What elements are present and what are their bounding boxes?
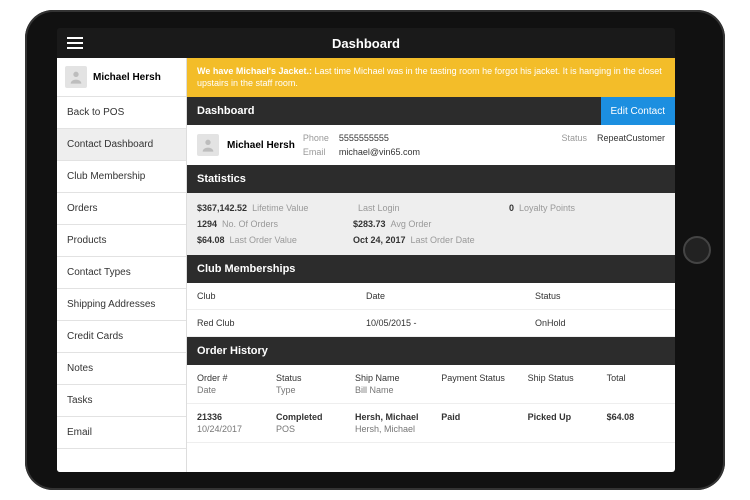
col-status: Status bbox=[535, 291, 665, 301]
col-date: Date bbox=[366, 291, 535, 301]
main-content: We have Michael's Jacket.: Last time Mic… bbox=[187, 58, 675, 472]
stat-label: No. Of Orders bbox=[222, 219, 278, 229]
stats-header: Statistics bbox=[187, 165, 675, 193]
sidebar-item[interactable]: Back to POS bbox=[57, 97, 186, 129]
stat-value: $283.73 bbox=[353, 219, 386, 229]
clubs-title: Club Memberships bbox=[197, 263, 295, 275]
col: Order # bbox=[197, 373, 228, 383]
cell: Red Club bbox=[197, 318, 366, 328]
cell: 21336 bbox=[197, 412, 222, 422]
stat-value: $64.08 bbox=[197, 235, 225, 245]
cell: Hersh, Michael bbox=[355, 412, 419, 422]
table-row[interactable]: Red Club 10/05/2015 - OnHold bbox=[187, 310, 675, 337]
col: Type bbox=[276, 385, 349, 395]
sidebar-item[interactable]: Shipping Addresses bbox=[57, 289, 186, 321]
cell: Hersh, Michael bbox=[355, 424, 435, 434]
cell: 10/05/2015 - bbox=[366, 318, 535, 328]
col: Ship Status bbox=[528, 373, 601, 395]
status-label: Status bbox=[561, 133, 587, 143]
phone-value: 5555555555 bbox=[339, 133, 420, 143]
contact-info: Michael Hersh Phone 5555555555 Status Re… bbox=[187, 125, 675, 165]
orders-title: Order History bbox=[197, 345, 268, 357]
orders-header: Order History bbox=[187, 337, 675, 365]
sidebar-item[interactable]: Club Membership bbox=[57, 161, 186, 193]
page-title: Dashboard bbox=[332, 36, 400, 51]
stat-value: 0 bbox=[509, 203, 514, 213]
email-label: Email bbox=[303, 147, 329, 157]
col: Date bbox=[197, 385, 270, 395]
stats-title: Statistics bbox=[197, 173, 246, 185]
sidebar-item[interactable]: Notes bbox=[57, 353, 186, 385]
stats-grid: $367,142.52 Lifetime Value Last Login 0 Lo… bbox=[187, 193, 675, 255]
stat-value: 1294 bbox=[197, 219, 217, 229]
avatar bbox=[197, 134, 219, 156]
cell: POS bbox=[276, 424, 349, 434]
table-header: Order # Date Status Type Ship Name Bill Nam… bbox=[187, 365, 675, 404]
sidebar-item[interactable]: Contact Types bbox=[57, 257, 186, 289]
home-button[interactable] bbox=[683, 236, 711, 264]
stat-value: $367,142.52 bbox=[197, 203, 247, 213]
table-row[interactable]: 21336 10/24/2017 Completed POS Hersh, Mich… bbox=[187, 404, 675, 443]
contact-name: Michael Hersh bbox=[227, 140, 295, 151]
sidebar-contact-name: Michael Hersh bbox=[93, 72, 161, 83]
menu-icon[interactable] bbox=[67, 34, 83, 52]
alert-banner: We have Michael's Jacket.: Last time Mic… bbox=[187, 58, 675, 97]
stat-value: Oct 24, 2017 bbox=[353, 235, 406, 245]
sidebar-item[interactable]: Tasks bbox=[57, 385, 186, 417]
cell: Picked Up bbox=[528, 412, 601, 434]
sidebar-item[interactable]: Email bbox=[57, 417, 186, 449]
clubs-header: Club Memberships bbox=[187, 255, 675, 283]
dashboard-title: Dashboard bbox=[197, 105, 254, 117]
cell: Paid bbox=[441, 412, 521, 434]
cell: $64.08 bbox=[607, 412, 665, 434]
col: Total bbox=[607, 373, 665, 395]
dashboard-header: Dashboard Edit Contact bbox=[187, 97, 675, 125]
table-header: Club Date Status bbox=[187, 283, 675, 310]
col: Payment Status bbox=[441, 373, 521, 395]
sidebar-item[interactable]: Contact Dashboard bbox=[57, 129, 186, 161]
stat-label: Avg Order bbox=[391, 219, 432, 229]
cell: Completed bbox=[276, 412, 323, 422]
col-club: Club bbox=[197, 291, 366, 301]
cell: 10/24/2017 bbox=[197, 424, 270, 434]
stat-label: Lifetime Value bbox=[252, 203, 308, 213]
stat-label: Loyalty Points bbox=[519, 203, 575, 213]
status-value: RepeatCustomer bbox=[597, 133, 665, 143]
stat-label: Last Order Date bbox=[411, 235, 475, 245]
sidebar: Michael Hersh Back to POS Contact Dashbo… bbox=[57, 58, 187, 472]
phone-label: Phone bbox=[303, 133, 329, 143]
avatar bbox=[65, 66, 87, 88]
sidebar-item[interactable]: Credit Cards bbox=[57, 321, 186, 353]
col: Bill Name bbox=[355, 385, 435, 395]
col: Status bbox=[276, 373, 302, 383]
sidebar-item[interactable]: Products bbox=[57, 225, 186, 257]
stat-label: Last Order Value bbox=[230, 235, 297, 245]
sidebar-item[interactable]: Orders bbox=[57, 193, 186, 225]
email-value: michael@vin65.com bbox=[339, 147, 420, 157]
alert-title: We have Michael's Jacket.: bbox=[197, 66, 312, 76]
stat-label: Last Login bbox=[358, 203, 400, 213]
edit-contact-button[interactable]: Edit Contact bbox=[601, 97, 675, 125]
col: Ship Name bbox=[355, 373, 400, 383]
sidebar-contact[interactable]: Michael Hersh bbox=[57, 58, 186, 97]
cell: OnHold bbox=[535, 318, 665, 328]
